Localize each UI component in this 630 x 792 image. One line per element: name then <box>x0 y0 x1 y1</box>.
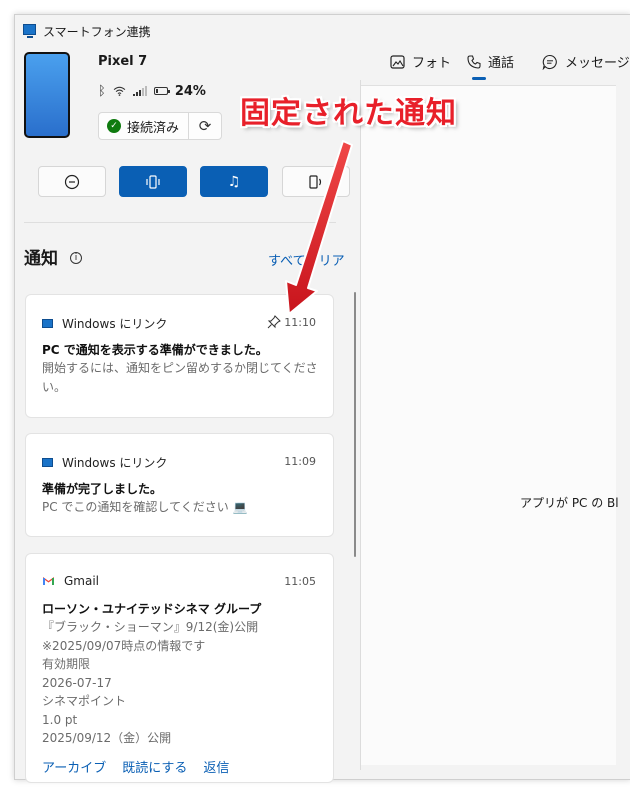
content-message: アプリが PC の Bl <box>520 496 619 510</box>
info-icon[interactable]: i <box>70 252 82 264</box>
tab-calls[interactable]: 通話 <box>467 52 514 71</box>
notification-app-name: Gmail <box>64 574 100 588</box>
tab-messages[interactable]: メッセージ <box>542 52 630 71</box>
tab-photos[interactable]: フォト <box>390 52 451 71</box>
notification-body-line: ※2025/09/07時点の情報です <box>42 638 206 653</box>
battery-percent: 24% <box>174 83 206 99</box>
phone-link-app-icon <box>23 24 36 38</box>
phone-image <box>24 52 70 138</box>
device-name: Pixel 7 <box>98 54 148 69</box>
notification-app-name: Windows にリンク <box>62 456 168 470</box>
notification-body: 開始するには、通知をピン留めするか閉じてください。 <box>42 361 318 394</box>
notification-app-row: Gmail <box>42 574 99 588</box>
mark-read-action[interactable]: 既読にする <box>122 757 187 776</box>
wifi-icon <box>113 86 126 96</box>
notification-card[interactable]: Gmail 11:05 ローソン・ユナイテッドシネマ グループ 『ブラック・ショ… <box>25 553 334 783</box>
tab-photos-label: フォト <box>412 56 452 71</box>
media-button[interactable]: ♫ <box>200 166 268 197</box>
notification-app-row: Windows にリンク <box>42 454 167 471</box>
cellular-signal-icon <box>132 86 147 96</box>
notification-app-row: Windows にリンク <box>42 315 167 332</box>
music-note-icon: ♫ <box>227 173 241 190</box>
notification-body: 『ブラック・ショーマン』9/12(金)公開 ※2025/09/07時点の情報です… <box>42 618 318 748</box>
notification-body: PC でこの通知を確認してください 💻 <box>42 500 248 514</box>
notification-body-line: 2025/09/12（金）公開 <box>42 731 172 745</box>
notification-actions: アーカイブ 既読にする 返信 <box>42 757 229 776</box>
content-panel <box>361 85 616 765</box>
notifications-heading: 通知 <box>24 249 58 269</box>
notification-title: 準備が完了しました。 <box>42 482 163 496</box>
tab-calls-label: 通話 <box>488 56 515 71</box>
notification-card[interactable]: Windows にリンク 11:10 PC で通知を表示する準備ができました。 … <box>25 294 334 418</box>
tab-messages-label: メッセージ <box>565 56 630 71</box>
connection-control: ✓ 接続済み ⟳ <box>98 112 223 140</box>
archive-action[interactable]: アーカイブ <box>42 757 106 776</box>
notification-body-line: 2026-07-17 <box>42 675 112 690</box>
notifications-scrollbar[interactable] <box>354 292 356 557</box>
phone-audio-icon <box>309 174 322 189</box>
message-icon <box>542 54 557 70</box>
notification-body-line: 1.0 pt <box>42 712 78 727</box>
vibrate-button[interactable] <box>119 166 187 197</box>
do-not-disturb-icon <box>64 174 80 189</box>
audio-device-button[interactable] <box>282 166 350 197</box>
phone-link-app-icon <box>42 319 53 328</box>
notification-time: 11:05 <box>284 575 316 588</box>
vibrate-phone-icon <box>146 174 160 189</box>
notification-body-line: 『ブラック・ショーマン』9/12(金)公開 <box>42 620 259 634</box>
battery-icon <box>153 87 170 95</box>
notification-app-name: Windows にリンク <box>62 317 168 331</box>
notification-card[interactable]: Windows にリンク 11:09 準備が完了しました。 PC でこの通知を確… <box>25 433 334 537</box>
title-bar: スマートフォン連携 <box>15 15 630 47</box>
connection-status[interactable]: ✓ 接続済み <box>99 113 188 139</box>
active-tab-indicator <box>472 77 486 80</box>
annotation-label: 固定された通知 <box>240 96 457 131</box>
notification-body-line: シネマポイント <box>42 694 127 708</box>
notification-title: ローソン・ユナイテッドシネマ グループ <box>42 602 262 616</box>
section-divider <box>24 222 336 223</box>
phone-call-icon <box>467 54 481 69</box>
notification-body-line: 有効期限 <box>42 657 91 671</box>
notification-title: PC で通知を表示する準備ができました。 <box>42 343 268 357</box>
refresh-button[interactable]: ⟳ <box>188 113 221 139</box>
phone-link-app-icon <box>42 458 53 467</box>
gmail-icon <box>43 577 54 585</box>
window-title: スマートフォン連携 <box>43 25 151 39</box>
device-status-row: ᛒ 24% <box>98 82 206 100</box>
check-circle-icon: ✓ <box>107 119 121 133</box>
do-not-disturb-button[interactable] <box>38 166 106 197</box>
bluetooth-icon: ᛒ <box>98 83 106 99</box>
pin-icon[interactable] <box>267 315 281 329</box>
clear-all-link[interactable]: すべてクリア <box>268 250 345 269</box>
reply-action[interactable]: 返信 <box>203 757 229 776</box>
refresh-icon: ⟳ <box>198 117 212 135</box>
notification-time: 11:09 <box>284 455 316 468</box>
notification-time: 11:10 <box>284 316 316 329</box>
connection-status-label: 接続済み <box>127 120 180 136</box>
photo-icon <box>390 54 405 69</box>
